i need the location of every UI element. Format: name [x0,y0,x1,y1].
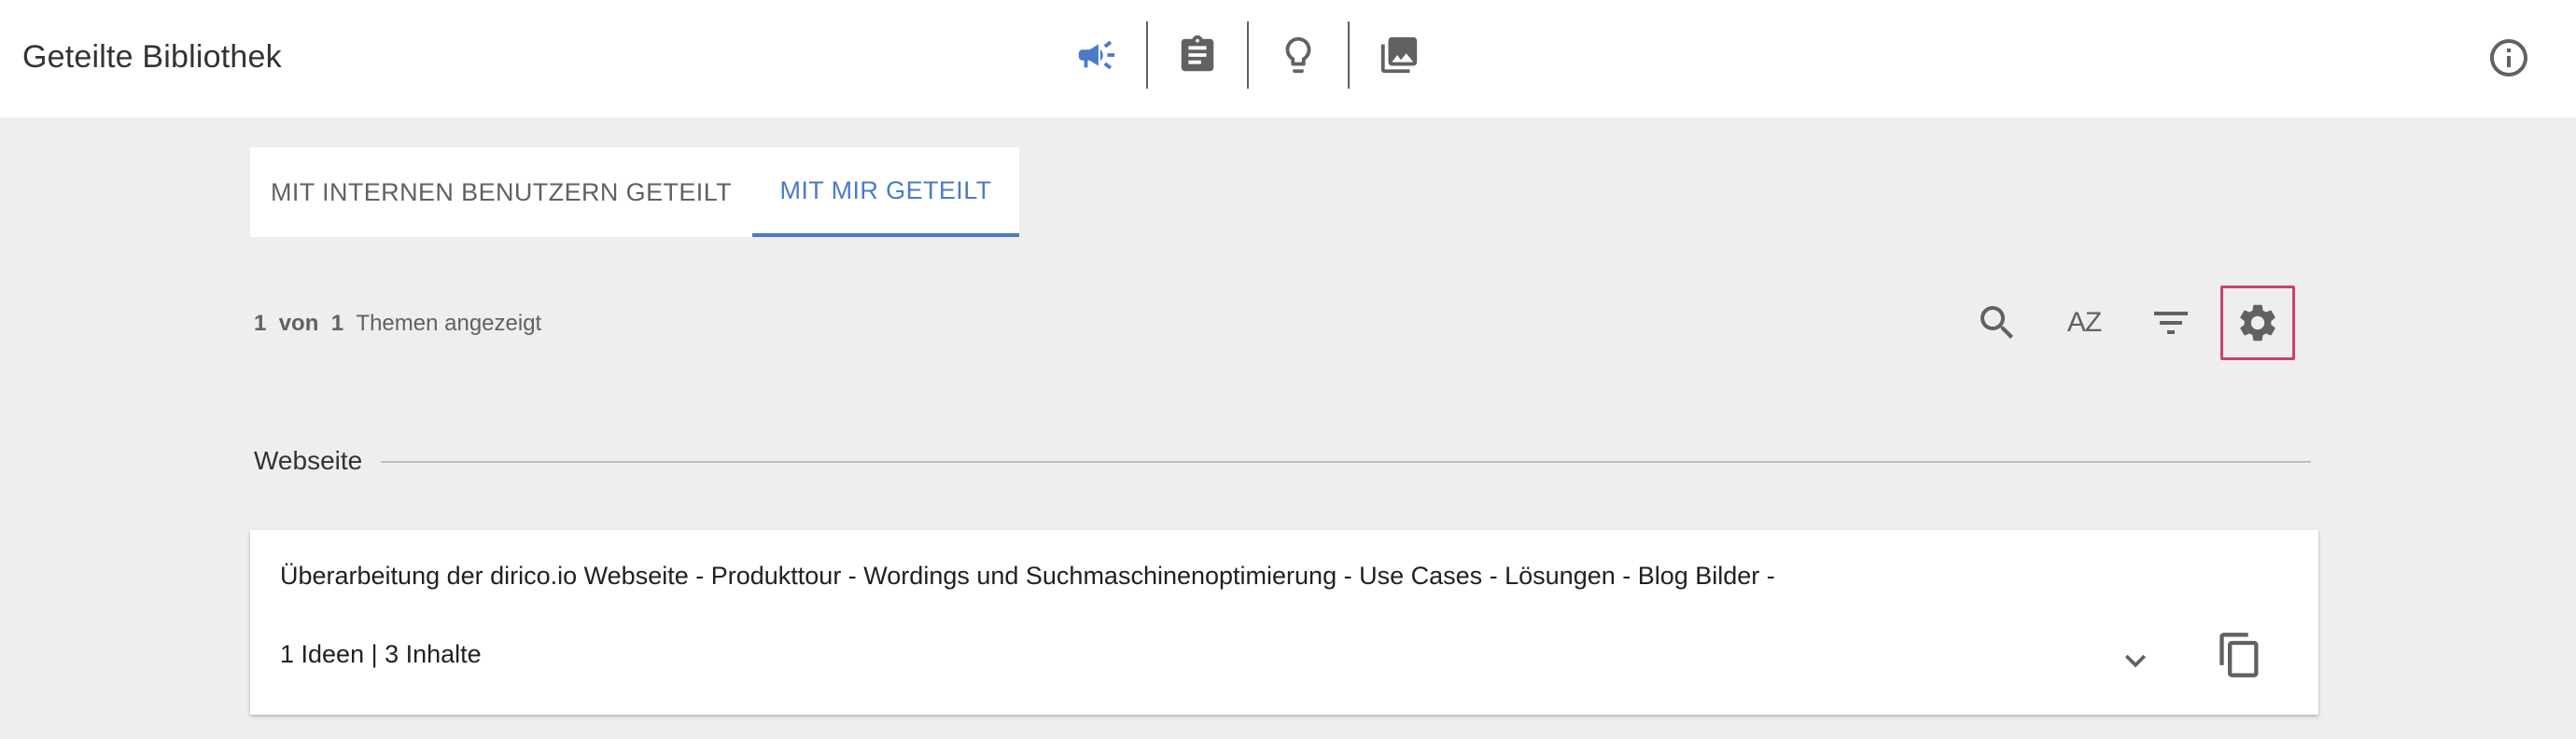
section-divider [381,461,2311,463]
topic-title: Überarbeitung der dirico.io Webseite - P… [280,562,1775,590]
nav-tasks-button[interactable] [1165,21,1230,90]
tab-shared-with-internal-users[interactable]: MIT INTERNEN BENUTZERN GETEILT [250,147,752,237]
list-toolbar: AZ [1960,286,2295,360]
topic-meta: 1 Ideen | 3 Inhalte [280,640,482,668]
settings-button[interactable] [2220,286,2295,360]
info-icon [2490,39,2527,77]
nav-divider [1247,21,1249,89]
main-navigation [1064,21,1432,90]
nav-media-button[interactable] [1366,21,1432,90]
copy-button[interactable] [2210,625,2270,685]
nav-ideas-button[interactable] [1266,21,1331,90]
nav-divider [1348,21,1350,89]
tab-shared-with-me[interactable]: MIT MIR GETEILT [752,147,1019,237]
search-button[interactable] [1960,286,2035,360]
filter-icon [2154,312,2188,334]
search-icon [1981,306,2013,339]
info-button[interactable] [2486,35,2531,80]
sort-az-icon: AZ [2066,307,2102,338]
lightbulb-icon [1285,36,1311,74]
megaphone-icon [1078,40,1115,70]
page-title: Geteilte Bibliothek [22,39,282,75]
expand-button[interactable] [2107,633,2163,689]
count-separator: von [278,311,319,336]
nav-divider [1146,21,1148,89]
top-bar: Geteilte Bibliothek [0,0,2576,118]
photo-library-icon [1380,36,1418,74]
gear-icon [2240,304,2275,342]
topic-count: 1 von 1 Themen angezeigt [254,308,541,340]
topic-card[interactable]: Überarbeitung der dirico.io Webseite - P… [250,530,2318,715]
shown-count: 1 [254,311,267,336]
section-title: Webseite [254,446,363,475]
nav-campaigns-button[interactable] [1064,21,1129,90]
clipboard-icon [1181,35,1214,72]
total-count: 1 [330,311,344,336]
chevron-down-icon [2125,654,2146,668]
count-suffix: Themen angezeigt [356,311,542,336]
filter-button[interactable] [2134,286,2208,360]
share-tabs: MIT INTERNEN BENUTZERN GETEILT MIT MIR G… [250,147,1019,237]
copy-icon [2219,633,2259,677]
sort-az-button[interactable]: AZ [2047,286,2121,360]
